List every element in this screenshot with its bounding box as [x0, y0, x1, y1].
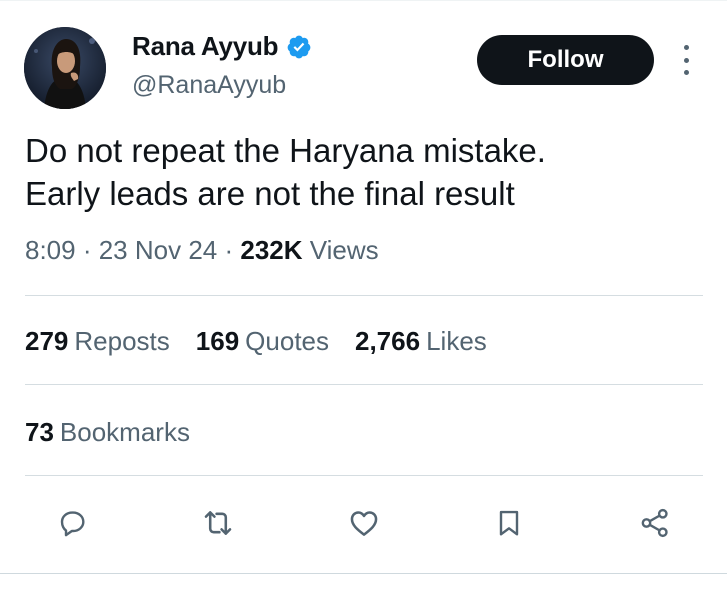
tweet-text-line: Early leads are not the final result [25, 175, 515, 212]
meta-separator: · [217, 235, 241, 265]
repost-icon[interactable] [196, 501, 240, 545]
author-name-row[interactable]: Rana Ayyub [132, 31, 312, 62]
like-icon[interactable] [342, 501, 386, 545]
quotes-stat[interactable]: 169 Quotes [196, 326, 329, 357]
more-vertical-icon[interactable] [677, 45, 695, 75]
tweet-card: Rana Ayyub @RanaAyyub Follow Do not repe… [0, 0, 727, 574]
engagement-stats: 279 Reposts 169 Quotes 2,766 Likes [25, 326, 487, 357]
views-count: 232K [240, 235, 303, 265]
avatar[interactable] [24, 27, 106, 109]
bookmarks-label: Bookmarks [59, 417, 190, 447]
likes-label: Likes [426, 326, 487, 356]
tweet-time[interactable]: 8:09 [25, 235, 76, 265]
more-dot [683, 45, 689, 50]
tweet-date[interactable]: 23 Nov 24 [99, 235, 218, 265]
views-label: Views [303, 235, 379, 265]
bookmarks-stat[interactable]: 73 Bookmarks [25, 417, 190, 448]
reposts-stat[interactable]: 279 Reposts [25, 326, 170, 357]
views-label-text: Views [309, 235, 379, 265]
quotes-count: 169 [195, 326, 240, 356]
reposts-label: Reposts [74, 326, 170, 356]
action-bar [0, 501, 727, 551]
divider [25, 295, 703, 296]
tweet-meta: 8:09 · 23 Nov 24 · 232K Views [25, 235, 379, 266]
likes-count: 2,766 [355, 326, 421, 356]
author-name[interactable]: Rana Ayyub [132, 31, 279, 62]
divider [25, 475, 703, 476]
more-dot [683, 70, 689, 75]
reply-icon[interactable] [50, 501, 94, 545]
more-dot [683, 57, 689, 63]
reposts-count: 279 [25, 326, 69, 356]
likes-stat[interactable]: 2,766 Likes [355, 326, 487, 357]
tweet-text: Do not repeat the Haryana mistake. Early… [25, 129, 705, 215]
verified-badge-icon [286, 34, 312, 60]
divider [25, 384, 703, 385]
bookmarks-count: 73 [25, 417, 54, 447]
meta-separator: · [75, 235, 99, 265]
avatar-image [24, 27, 106, 109]
author-handle[interactable]: @RanaAyyub [132, 71, 286, 100]
share-icon[interactable] [633, 501, 677, 545]
quotes-label: Quotes [245, 326, 329, 356]
follow-button[interactable]: Follow [477, 35, 654, 85]
tweet-text-line: Do not repeat the Haryana mistake. [25, 132, 546, 169]
bookmark-icon[interactable] [487, 501, 531, 545]
